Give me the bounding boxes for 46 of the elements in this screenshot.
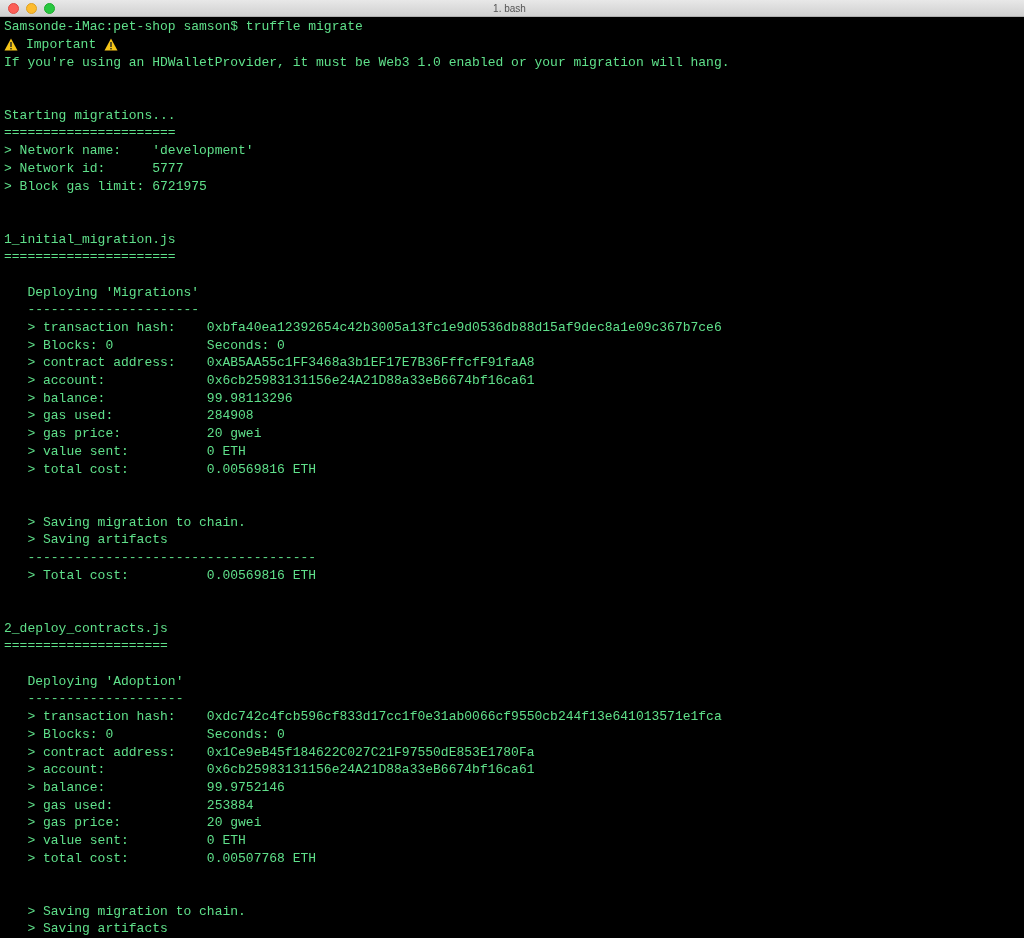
close-button[interactable] (8, 2, 19, 14)
warning-icon (4, 38, 18, 52)
terminal-line: > Block gas limit: 6721975 (4, 179, 207, 193)
terminal-line: > total cost: 0.00507768 ETH (26, 851, 317, 865)
terminal-line: ===================== (4, 639, 168, 653)
minimize-button[interactable] (26, 2, 37, 14)
warning-icon (104, 38, 119, 52)
terminal-line: > balance: 99.9752146 (26, 780, 285, 794)
window-title: 1. bash (493, 1, 526, 16)
terminal-line: ====================== (4, 126, 176, 140)
terminal-line: > value sent: 0 ETH (26, 444, 246, 458)
terminal-line: 1_initial_migration.js (4, 232, 176, 246)
terminal-line: If you're using an HDWalletProvider, it must be Web3 1.0 enabled or your migration will hang. (4, 55, 730, 69)
terminal-line: Starting migrations... (4, 108, 176, 122)
terminal-line: -------------------- (26, 692, 184, 706)
terminal-line: Samsonde-iMac:pet-shop samson$ truffle migrate (4, 20, 363, 34)
terminal-line: > Total cost: 0.00569816 ETH (26, 568, 317, 582)
terminal-line: > account: 0x6cb25983131156e24A21D88a33eB6674bf16ca61 (26, 763, 535, 777)
terminal-line: > Saving artifacts (26, 922, 168, 936)
terminal-line: > contract address: 0x1Ce9eB45f184622C027C21F97550dE853E1780Fa (26, 745, 535, 759)
terminal-line: > Blocks: 0 Seconds: 0 (26, 338, 285, 352)
terminal-line: > gas used: 253884 (26, 798, 254, 812)
terminal-line: > total cost: 0.00569816 ETH (26, 462, 317, 476)
terminal-line: > value sent: 0 ETH (26, 833, 246, 847)
terminal-line: > balance: 99.98113296 (26, 391, 293, 405)
terminal-line: > Network id: 5777 (4, 161, 184, 175)
terminal-line: > Blocks: 0 Seconds: 0 (26, 727, 285, 741)
terminal-line: Deploying 'Adoption' (26, 674, 184, 688)
terminal-line: > contract address: 0xAB5AA55c1FF3468a3b1EF17E7B36FffcfF91faA8 (26, 356, 535, 370)
terminal-line: ------------------------------------- (26, 550, 317, 564)
terminal-line: Important (26, 38, 97, 52)
terminal-line: > transaction hash: 0xdc742c4fcb596cf833d17cc1f0e31ab0066cf9550cb244f13e641013571e1fca (26, 710, 722, 724)
terminal-line: ====================== (4, 250, 176, 264)
terminal-line: > Saving artifacts (26, 533, 168, 547)
maximize-button[interactable] (44, 2, 55, 14)
terminal-line: Deploying 'Migrations' (26, 285, 200, 299)
terminal-line: > Saving migration to chain. (26, 904, 246, 918)
terminal-line: ---------------------- (26, 303, 200, 317)
terminal-line: 2_deploy_contracts.js (4, 621, 168, 635)
terminal-line: > gas used: 284908 (26, 409, 254, 423)
terminal-line: > Network name: 'development' (4, 144, 254, 158)
terminal-line: > gas price: 20 gwei (26, 427, 262, 441)
terminal-line: > account: 0x6cb25983131156e24A21D88a33eB6674bf16ca61 (26, 374, 535, 388)
terminal-line: > gas price: 20 gwei (26, 816, 262, 830)
terminal-line: > Saving migration to chain. (26, 515, 246, 529)
terminal-line: > transaction hash: 0xbfa40ea12392654c42b3005a13fc1e9d0536db88d15af9dec8a1e09c367b7ce6 (26, 321, 722, 335)
